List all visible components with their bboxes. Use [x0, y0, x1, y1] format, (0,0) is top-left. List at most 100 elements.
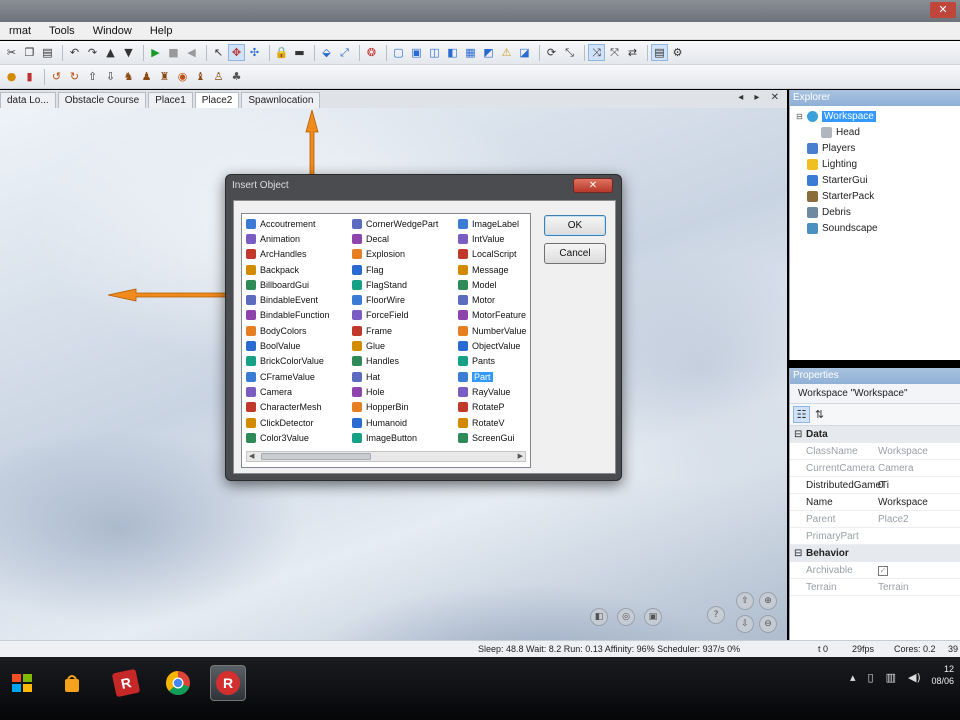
motor-icon[interactable]: ⚠: [499, 45, 514, 60]
camera-tilt-up-button[interactable]: ⇧: [736, 592, 754, 610]
tray-device-icon[interactable]: ▯: [868, 671, 874, 684]
object-item[interactable]: Part: [458, 369, 526, 384]
property-value-cell[interactable]: Workspace: [876, 494, 960, 510]
stop-icon[interactable]: ■: [166, 45, 181, 60]
object-item[interactable]: CharacterMesh: [246, 400, 330, 415]
taskbar-app-bag[interactable]: [54, 665, 90, 701]
object-item[interactable]: FloorWire: [352, 292, 438, 307]
horizontal-scrollbar[interactable]: ◀ ▶: [246, 451, 526, 462]
explorer-item[interactable]: Soundscape: [796, 220, 960, 236]
scroll-right-icon[interactable]: ▶: [518, 452, 523, 461]
archivable-checkbox[interactable]: ✓: [878, 566, 888, 576]
start-button[interactable]: [4, 665, 40, 701]
explorer-item[interactable]: Lighting: [796, 156, 960, 172]
figure-icon[interactable]: ♜: [157, 69, 172, 84]
up-arrow-icon[interactable]: ⇧: [85, 69, 100, 84]
property-value-cell[interactable]: [876, 528, 960, 544]
snap-off-icon[interactable]: ⇄: [625, 45, 640, 60]
camera-tilt-down-button[interactable]: ⇩: [736, 615, 754, 633]
copy-icon[interactable]: ❐: [22, 45, 37, 60]
move-handle-up[interactable]: [305, 110, 319, 180]
property-value-cell[interactable]: Camera: [876, 460, 960, 476]
circle-icon[interactable]: ●: [4, 69, 19, 84]
studs-icon[interactable]: ◫: [427, 45, 442, 60]
move-down-icon[interactable]: ▼: [121, 45, 136, 60]
npc-icon[interactable]: ♙: [211, 69, 226, 84]
step-icon[interactable]: ◀: [184, 45, 199, 60]
object-item[interactable]: BoolValue: [246, 338, 330, 353]
resize-icon[interactable]: ✣: [247, 45, 262, 60]
redo-icon[interactable]: ↷: [85, 45, 100, 60]
cut-icon[interactable]: ✂: [4, 45, 19, 60]
property-value-cell[interactable]: Place2: [876, 511, 960, 527]
cancel-button[interactable]: Cancel: [544, 243, 606, 264]
ok-button[interactable]: OK: [544, 215, 606, 236]
camera-fit-button[interactable]: ▣: [644, 608, 662, 626]
lock-icon[interactable]: 🔒: [274, 45, 289, 60]
menu-window[interactable]: Window: [84, 25, 141, 37]
help-icon[interactable]: ?: [707, 606, 725, 624]
brick-icon[interactable]: ▮: [22, 69, 37, 84]
object-item[interactable]: ForceField: [352, 308, 438, 323]
object-item[interactable]: CornerWedgePart: [352, 216, 438, 231]
object-item[interactable]: Accoutrement: [246, 216, 330, 231]
property-row[interactable]: ClassName Workspace: [790, 443, 960, 460]
explorer-item[interactable]: Debris: [796, 204, 960, 220]
object-item[interactable]: Message: [458, 262, 526, 277]
universal-icon[interactable]: ▦: [463, 45, 478, 60]
object-item[interactable]: Color3Value: [246, 430, 330, 445]
seat-icon[interactable]: ♣: [229, 69, 244, 84]
object-item[interactable]: ScreenGui: [458, 430, 526, 445]
object-item[interactable]: Motor: [458, 292, 526, 307]
move-up-icon[interactable]: ▲: [103, 45, 118, 60]
tab-spawnlocation[interactable]: Spawnlocation: [241, 92, 321, 108]
object-item[interactable]: BindableFunction: [246, 308, 330, 323]
surface-icon[interactable]: ❂: [364, 45, 379, 60]
undo-icon[interactable]: ↶: [67, 45, 82, 60]
tab-data-lo[interactable]: data Lo...: [0, 92, 56, 108]
object-item[interactable]: ImageLabel: [458, 216, 526, 231]
object-item[interactable]: FlagStand: [352, 277, 438, 292]
object-item[interactable]: ObjectValue: [458, 338, 526, 353]
object-item[interactable]: Frame: [352, 323, 438, 338]
object-item[interactable]: Backpack: [246, 262, 330, 277]
settings-icon[interactable]: ⚙: [670, 45, 685, 60]
object-item[interactable]: Animation: [246, 231, 330, 246]
property-row[interactable]: Name Workspace: [790, 494, 960, 511]
dialog-close-button[interactable]: ✕: [573, 178, 613, 193]
object-item[interactable]: ClickDetector: [246, 415, 330, 430]
explorer-item[interactable]: StarterGui: [796, 172, 960, 188]
script-icon[interactable]: ▤: [651, 44, 668, 61]
group-icon[interactable]: ♟: [139, 69, 154, 84]
menu-tools[interactable]: Tools: [40, 25, 84, 37]
property-value-cell[interactable]: Terrain: [876, 579, 960, 595]
move-handle-left[interactable]: [108, 288, 228, 302]
object-item[interactable]: ImageButton: [352, 430, 438, 445]
camera-orbit-button[interactable]: ◎: [617, 608, 635, 626]
explorer-item[interactable]: ⊟ Workspace: [796, 108, 960, 124]
object-item[interactable]: Humanoid: [352, 415, 438, 430]
object-item[interactable]: LocalScript: [458, 247, 526, 262]
run-icon[interactable]: ▶: [148, 45, 163, 60]
scroll-left-icon[interactable]: ◀: [249, 452, 254, 461]
object-item[interactable]: Glue: [352, 338, 438, 353]
select-icon[interactable]: ↖: [211, 45, 226, 60]
paste-icon[interactable]: ▤: [40, 45, 55, 60]
property-value-cell[interactable]: Workspace: [876, 443, 960, 459]
explorer-item[interactable]: Head: [796, 124, 960, 140]
camera-zoom-in-button[interactable]: ⊕: [759, 592, 777, 610]
taskbar-app-roblox-studio[interactable]: R: [210, 665, 246, 701]
property-row[interactable]: Terrain Terrain: [790, 579, 960, 596]
tab-place2[interactable]: Place2: [194, 92, 240, 108]
down-arrow-icon[interactable]: ⇩: [103, 69, 118, 84]
object-item[interactable]: IntValue: [458, 231, 526, 246]
paint-icon[interactable]: ⬙: [319, 45, 334, 60]
object-item[interactable]: Handles: [352, 354, 438, 369]
snap-icon[interactable]: ⤨: [588, 44, 605, 61]
taskbar-app-roblox[interactable]: R: [108, 665, 144, 701]
explorer-item[interactable]: StarterPack: [796, 188, 960, 204]
explorer-item[interactable]: Players: [796, 140, 960, 156]
scroll-thumb[interactable]: [261, 453, 371, 460]
collapse-icon[interactable]: ⊟: [794, 545, 802, 562]
property-category[interactable]: ⊟ Behavior: [790, 545, 960, 562]
